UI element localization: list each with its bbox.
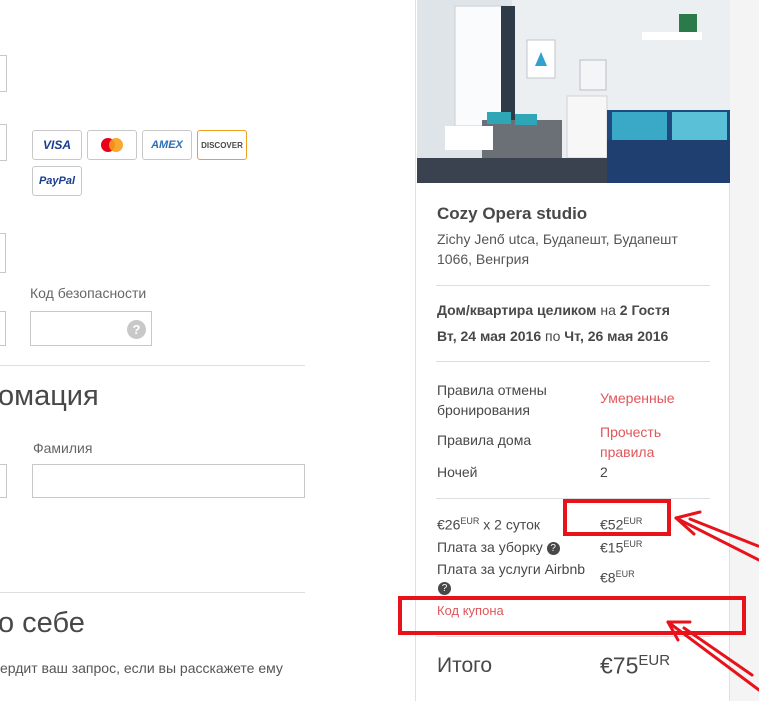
card-number-input[interactable] (0, 55, 7, 92)
nightly-price-suffix: x 2 суток (479, 516, 540, 533)
cancel-policy-link[interactable]: Умеренные (600, 390, 675, 406)
guest-count: 2 Гостя (619, 302, 670, 318)
help-icon[interactable]: ? (127, 320, 146, 339)
visa-card-icon: VISA (32, 130, 82, 160)
lastname-input[interactable] (32, 464, 305, 498)
cancel-policy-label-line2: бронирования (437, 402, 530, 418)
listing-address-line2: 1066, Венгрия (437, 251, 530, 267)
listing-address-line1: Zichy Jenő utca, Будапешт, Будапешт (437, 231, 678, 247)
room-image (417, 0, 730, 183)
cancel-policy-label: Правила отмены бронирования (437, 380, 547, 420)
check-in-date: Вт, 24 мая 2016 (437, 328, 542, 344)
summary-divider-2 (436, 361, 710, 362)
annotation-box-coupon (398, 596, 746, 635)
about-section-heading: о себе (0, 607, 85, 639)
expiry-input[interactable] (0, 233, 6, 273)
cleaning-fee-amount: €15 (600, 539, 624, 556)
total-label: Итого (437, 654, 493, 677)
check-out-date: Чт, 26 мая 2016 (564, 328, 669, 344)
paypal-card-icon: PayPal (32, 166, 82, 196)
cleaning-fee-currency: EUR (623, 539, 643, 549)
service-fee-value: €8EUR (600, 569, 635, 586)
total-value: €75EUR (600, 652, 670, 680)
service-fee-label: Плата за услуги Airbnb (437, 561, 586, 577)
service-fee-currency: EUR (615, 569, 635, 579)
house-rules-link-line1[interactable]: Прочесть (600, 422, 661, 442)
nights-value: 2 (600, 464, 608, 480)
cleaning-fee-text: Плата за уборку (437, 539, 543, 555)
nightly-rate: €26EUR x 2 суток (437, 516, 540, 533)
help-icon[interactable]: ? (438, 582, 451, 595)
payment-form: VISA AMEX DISCOVER PayPal Код безопаснос… (0, 0, 415, 701)
dates-connector: по (541, 328, 565, 344)
service-fee-amount: €8 (600, 569, 616, 586)
summary-divider-1 (436, 285, 710, 286)
listing-type-label: Дом/квартира целиком (437, 302, 597, 318)
lastname-label: Фамилия (33, 440, 93, 456)
card-type-select[interactable] (0, 124, 7, 161)
total-amount: €75 (600, 652, 639, 679)
listing-type: Дом/квартира целиком на 2 Гостя (437, 302, 670, 318)
amex-card-icon: AMEX (142, 130, 192, 160)
about-description: ердит ваш запрос, если вы расскажете ему (0, 660, 283, 676)
security-code-input[interactable]: ? (30, 311, 152, 346)
house-rules-label: Правила дома (437, 432, 532, 448)
info-section-heading: омация (0, 380, 99, 412)
nightly-price: €26 (437, 516, 461, 533)
mastercard-logo (101, 138, 123, 152)
section-divider-2 (0, 592, 305, 593)
listing-title[interactable]: Cozy Opera studio (437, 204, 587, 224)
cleaning-fee-label: Плата за уборку ? (437, 539, 560, 555)
mastercard-icon (87, 130, 137, 160)
firstname-input[interactable] (0, 464, 7, 498)
discover-card-icon: DISCOVER (197, 130, 247, 160)
annotation-box-nightly-total (563, 499, 671, 536)
total-currency: EUR (638, 652, 671, 669)
house-rules-link[interactable]: Прочесть правила (600, 422, 661, 462)
help-icon[interactable]: ? (546, 541, 560, 555)
cleaning-fee-value: €15EUR (600, 539, 642, 556)
summary-divider-5 (436, 636, 710, 637)
section-divider (0, 365, 305, 366)
nightly-price-currency: EUR (460, 516, 480, 526)
security-code-label: Код безопасности (30, 285, 147, 301)
listing-photo (417, 0, 730, 183)
listing-type-connector: на (596, 302, 620, 318)
nights-label: Ночей (437, 464, 478, 480)
house-rules-link-line2[interactable]: правила (600, 442, 661, 462)
cancel-policy-label-line1: Правила отмены (437, 382, 547, 398)
booking-dates: Вт, 24 мая 2016 по Чт, 26 мая 2016 (437, 328, 668, 344)
postal-code-input[interactable] (0, 311, 6, 346)
